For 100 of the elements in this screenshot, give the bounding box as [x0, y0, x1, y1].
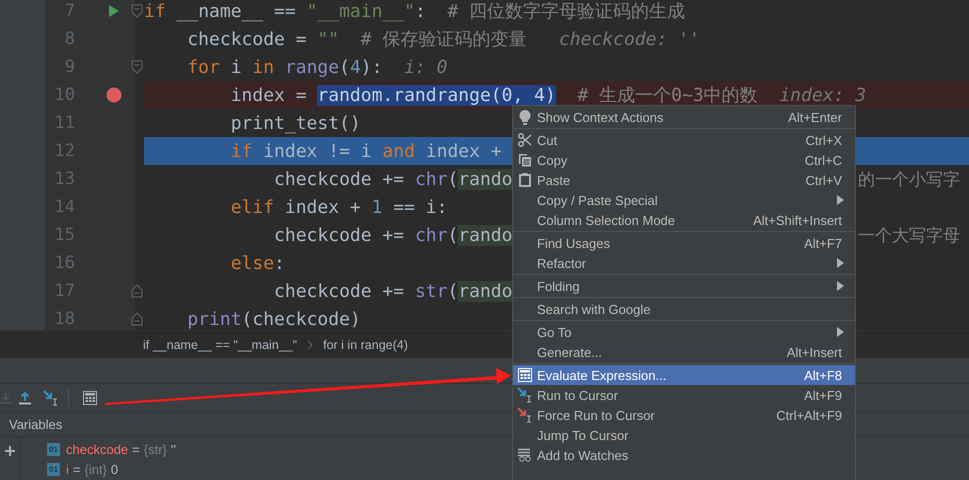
matched-code-text: rando [458, 280, 512, 302]
code-text: ( [447, 280, 458, 302]
menu-item[interactable]: Force Run to Cursor Ctrl+Alt+F9 [513, 405, 855, 425]
menu-item[interactable]: Cut Ctrl+X [513, 130, 855, 150]
breadcrumb[interactable]: if __name__ == "__main__" [143, 338, 298, 352]
menu-item[interactable]: Column Selection Mode Alt+Shift+Insert [513, 210, 855, 230]
keyword-text: for [186, 56, 220, 78]
menu-item[interactable]: Refactor [513, 253, 855, 273]
code-text: ( [339, 56, 350, 78]
clipboard-icon [519, 173, 531, 187]
breakpoint-icon[interactable] [106, 87, 122, 103]
chevron-icon [307, 340, 314, 350]
code-text: index != i [262, 140, 373, 162]
menu-item[interactable]: Run to Cursor Alt+F9 [513, 385, 855, 405]
run-to-cursor-icon[interactable] [43, 390, 59, 406]
run-to-cursor-icon [517, 387, 533, 403]
code-text: == i: [392, 196, 448, 218]
keyword-text: else [230, 252, 274, 274]
builtin-text: range [284, 56, 340, 78]
submenu-arrow-icon [837, 195, 844, 205]
code-text: __name__ == [176, 0, 297, 22]
number-text: 4 [350, 56, 361, 78]
builtin-text: str [414, 280, 448, 302]
panel-title: Variables [9, 416, 62, 432]
fold-icon[interactable] [131, 60, 143, 74]
inline-value-hint: checkcode: '' [558, 28, 700, 50]
builtin-text: chr [414, 168, 448, 190]
menu-item[interactable]: Go To [513, 322, 855, 342]
equals-sign: = [72, 462, 80, 476]
code-text: checkcode += [273, 224, 406, 246]
code-text: ( [447, 224, 458, 246]
code-text: i [230, 56, 243, 78]
code-text: ( [447, 168, 458, 190]
code-text: checkcode += [273, 280, 406, 302]
menu-item[interactable]: Evaluate Expression... Alt+F8 [513, 365, 855, 385]
fold-icon[interactable] [131, 4, 143, 18]
force-run-to-cursor-icon [517, 407, 533, 423]
copy-icon [518, 153, 532, 167]
menu-item[interactable]: Add to Watches [513, 445, 855, 465]
menu-item[interactable]: Copy / Paste Special [513, 190, 855, 210]
builtin-text: print [186, 308, 242, 330]
cut-icon [518, 133, 532, 147]
code-text: (checkcode) [242, 308, 361, 330]
menu-item[interactable]: Jump To Cursor [513, 425, 855, 445]
menu-item[interactable]: Copy Ctrl+C [513, 150, 855, 170]
variable-type: {str} [144, 442, 167, 456]
code-text: : [414, 0, 427, 22]
inline-value-hint: index: 3 [778, 84, 866, 106]
code-text: index + [284, 196, 362, 218]
matched-code-text: rando [458, 224, 512, 246]
menu-item[interactable]: Generate... Alt+Insert [513, 342, 855, 362]
string-text: "__main__" [306, 0, 415, 22]
step-out-icon[interactable] [18, 390, 32, 404]
comment-text: 的一个小写字 [858, 169, 960, 191]
comment-text: 一个大写字母 [858, 225, 960, 247]
variable-name: i [66, 462, 69, 476]
variable-type: {int} [84, 462, 107, 476]
calculator-icon [518, 368, 532, 382]
code-text: print_test() [230, 112, 361, 134]
code-text: : [274, 252, 285, 274]
menu-item[interactable]: Show Context Actions Alt+Enter [513, 107, 855, 127]
variable-type-icon: 01 [47, 462, 60, 476]
code-text: checkcode = [186, 28, 308, 50]
code-text: index + [424, 140, 502, 162]
run-icon[interactable] [108, 4, 120, 18]
variable-type-icon: 01 [47, 442, 60, 456]
add-icon[interactable] [5, 446, 15, 456]
builtin-text: chr [414, 224, 448, 246]
comment-text: # 保存验证码的变量 [360, 28, 526, 51]
equals-sign: = [132, 442, 140, 456]
keyword-text: if [230, 140, 252, 162]
breadcrumb[interactable]: for i in range(4) [323, 338, 408, 352]
code-text: index = [230, 84, 308, 106]
submenu-arrow-icon [837, 327, 844, 337]
matched-code-text: rando [458, 168, 512, 190]
variable-value: 0 [110, 462, 118, 476]
menu-item[interactable]: Find Usages Alt+F7 [513, 233, 855, 253]
code-text: ): [360, 56, 382, 78]
keyword-text: and [382, 140, 415, 162]
code-text: checkcode += [273, 168, 406, 190]
variable-name: checkcode [66, 442, 128, 456]
menu-item[interactable]: Search with Google [513, 299, 855, 319]
keyword-text: if [144, 0, 166, 22]
menu-item[interactable]: Paste Ctrl+V [513, 170, 855, 190]
string-text: "" [317, 28, 340, 50]
fold-icon[interactable] [131, 284, 143, 298]
lightbulb-icon [519, 110, 531, 124]
keyword-text: in [252, 56, 274, 78]
fold-icon[interactable] [131, 312, 143, 326]
watches-icon [518, 448, 532, 462]
number-text: 1 [372, 196, 382, 218]
menu-item[interactable]: Folding [513, 276, 855, 296]
submenu-arrow-icon [837, 258, 844, 268]
inline-value-hint: i: 0 [403, 56, 448, 78]
keyword-text: elif [230, 196, 274, 218]
comment-text: # 四位数字字母验证码的生成 [447, 0, 686, 23]
calculator-icon[interactable] [83, 390, 97, 404]
submenu-arrow-icon [837, 281, 844, 291]
comment-text: # 生成一个0~3中的数 [576, 84, 758, 107]
selected-code-text: random.randrange(0, 4) [317, 84, 556, 106]
